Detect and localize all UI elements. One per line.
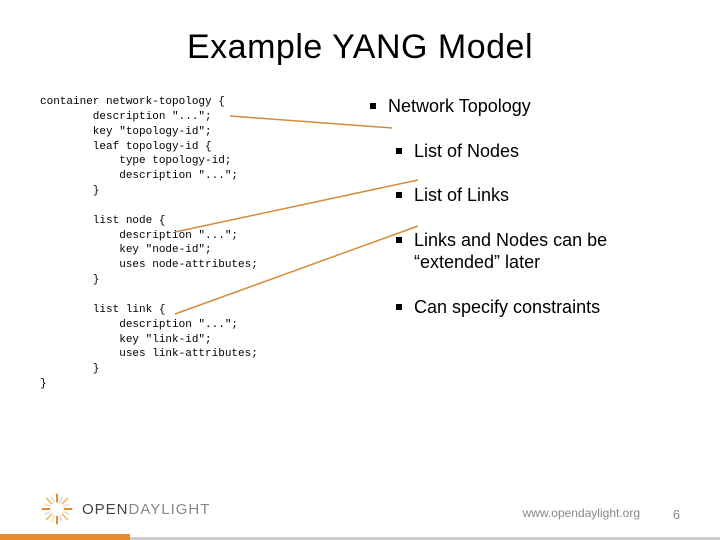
square-bullet-icon (396, 192, 402, 198)
brand-wordmark: OPENDAYLIGHT (82, 501, 210, 518)
code-block: container network-topology { description… (40, 95, 360, 392)
bullet-text: Network Topology (388, 95, 531, 118)
square-bullet-icon (370, 103, 376, 109)
bullet-text: List of Nodes (414, 140, 519, 163)
bullet-text: Can specify constraints (414, 296, 600, 319)
footer: OPENDAYLIGHT www.opendaylight.org 6 (0, 484, 720, 540)
brand-daylight: DAYLIGHT (129, 501, 211, 518)
slide-title: Example YANG Model (40, 28, 680, 67)
footer-accent-bar (0, 534, 130, 540)
brand-open: OPEN (82, 501, 129, 518)
footer-url: www.opendaylight.org (523, 506, 640, 520)
bullet-row: Links and Nodes can be “extended” later (370, 229, 680, 274)
square-bullet-icon (396, 237, 402, 243)
brand-logo: OPENDAYLIGHT (40, 492, 210, 526)
content-row: container network-topology { description… (40, 95, 680, 392)
bullet-row: List of Nodes (370, 140, 680, 163)
square-bullet-icon (396, 148, 402, 154)
slide: Example YANG Model container network-top… (0, 0, 720, 540)
bullets-column: Network Topology List of Nodes List of L… (370, 95, 680, 392)
bullet-text: List of Links (414, 184, 509, 207)
opendaylight-starburst-icon (40, 492, 74, 526)
bullet-row: Can specify constraints (370, 296, 680, 319)
bullet-row: Network Topology (370, 95, 680, 118)
bullet-text: Links and Nodes can be “extended” later (414, 229, 680, 274)
page-number: 6 (673, 507, 680, 522)
bullet-row: List of Links (370, 184, 680, 207)
square-bullet-icon (396, 304, 402, 310)
